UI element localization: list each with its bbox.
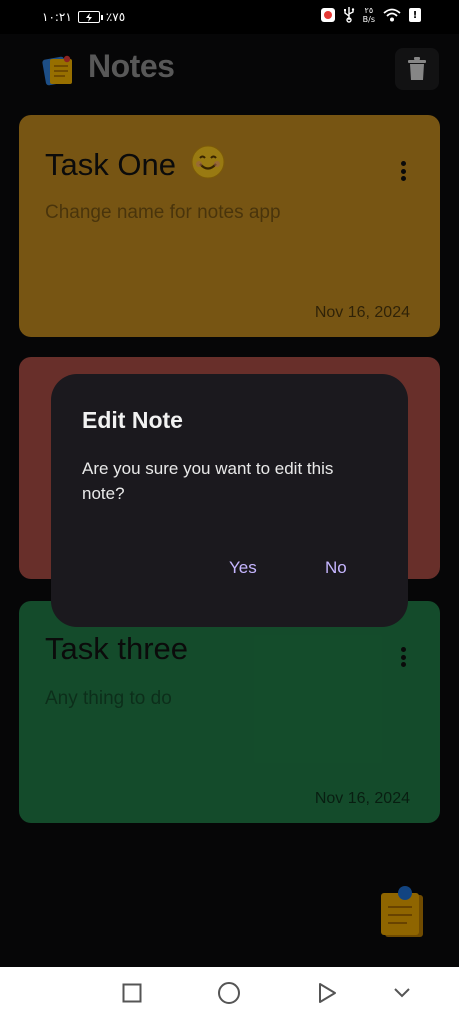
dialog-message: Are you sure you want to edit this note? bbox=[82, 459, 334, 503]
status-time: ١٠:٢١ bbox=[42, 10, 72, 24]
yes-button[interactable]: Yes bbox=[221, 554, 265, 582]
network-speed: ٢٥ B/s bbox=[363, 6, 375, 24]
nav-square-button[interactable] bbox=[119, 980, 145, 1006]
battery-percent: ٪٧٥ bbox=[105, 10, 126, 24]
nav-collapse-button[interactable] bbox=[389, 980, 415, 1006]
alert-icon: ! bbox=[409, 8, 421, 22]
nav-triangle-button[interactable] bbox=[314, 980, 340, 1006]
status-bar: ١٠:٢١ ٪٧٥ ٢٥ B/s ! bbox=[0, 0, 459, 34]
edit-note-dialog: Edit Note Are you sure you want to edit … bbox=[51, 374, 408, 627]
network-speed-unit: B/s bbox=[362, 15, 375, 24]
triangle-icon bbox=[319, 983, 336, 1003]
status-left: ١٠:٢١ ٪٧٥ bbox=[42, 10, 125, 24]
notification-app-icon bbox=[320, 8, 335, 22]
dialog-title: Edit Note bbox=[82, 407, 183, 433]
no-button[interactable]: No bbox=[317, 554, 355, 582]
system-nav-bar bbox=[0, 967, 459, 1020]
circle-icon bbox=[218, 982, 240, 1004]
battery-icon bbox=[77, 11, 103, 23]
nav-home-button[interactable] bbox=[216, 980, 242, 1006]
status-right: ٢٥ B/s ! bbox=[320, 6, 421, 24]
usb-icon bbox=[343, 7, 354, 23]
chevron-down-icon bbox=[394, 988, 410, 998]
square-icon bbox=[122, 983, 142, 1003]
network-speed-value: ٢٥ bbox=[364, 6, 374, 15]
wifi-icon bbox=[383, 8, 401, 22]
